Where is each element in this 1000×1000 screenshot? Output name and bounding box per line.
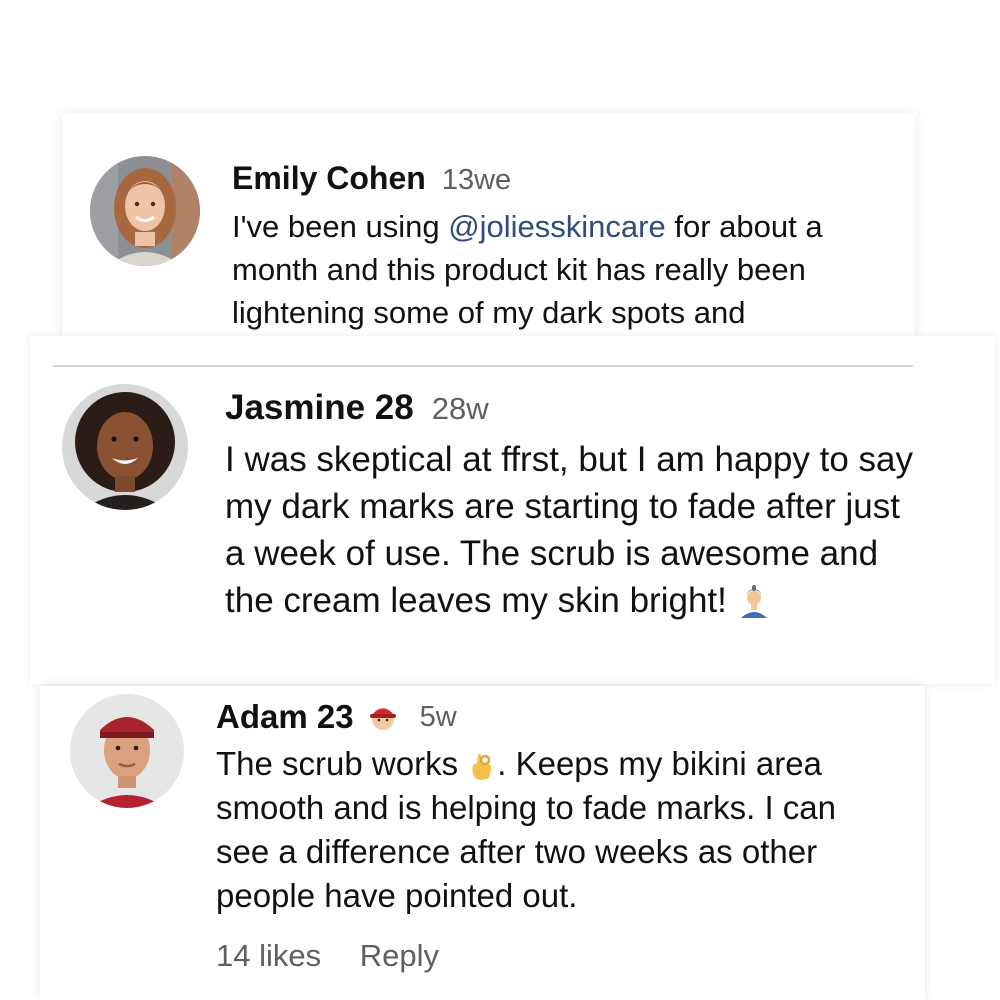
- comment-age: 28w: [431, 391, 489, 426]
- mention-link[interactable]: @joliesskincare: [448, 209, 666, 244]
- comment-text: The scrub works . Keeps my bikini area s…: [216, 742, 896, 918]
- comment-text-prefix: The scrub works: [216, 745, 468, 782]
- woman-avatar-photo-icon: [90, 156, 200, 266]
- divider: [53, 365, 913, 367]
- avatar[interactable]: [70, 694, 184, 808]
- comment-text-body: I was skeptical at ffrst, but I am happy…: [225, 440, 914, 620]
- comment-card-jasmine: Jasmine 28 28w I was skeptical at ffrst,…: [30, 336, 995, 684]
- comment-age: 5w: [419, 700, 457, 733]
- person-emoji-icon: [740, 585, 767, 618]
- likes-count[interactable]: 14 likes: [216, 938, 321, 973]
- comment-text: I was skeptical at ffrst, but I am happy…: [225, 436, 925, 624]
- comment-header: Emily Cohen 13we: [232, 160, 511, 197]
- comment-header: Adam 23 5w: [216, 698, 457, 736]
- avatar[interactable]: [62, 384, 188, 510]
- comment-header: Jasmine 28 28w: [225, 388, 489, 428]
- comment-text-prefix: I've been using: [232, 209, 449, 244]
- author-name[interactable]: Adam 23: [216, 698, 354, 736]
- ok-hand-emoji-icon: [472, 754, 492, 780]
- comment-actions: 14 likes Reply: [216, 938, 439, 974]
- comment-card-adam: Adam 23 5w The scrub works . Keeps my bi…: [40, 686, 925, 1000]
- avatar[interactable]: [90, 156, 200, 266]
- woman-avatar-photo-icon: [62, 384, 188, 510]
- comment-text: I've been using @joliesskincare for abou…: [232, 205, 882, 334]
- red-cap-emoji-icon: [369, 708, 396, 730]
- comments-screenshot: Emily Cohen 13we I've been using @jolies…: [0, 0, 1000, 1000]
- reply-button[interactable]: Reply: [360, 938, 439, 973]
- author-name[interactable]: Emily Cohen: [232, 160, 426, 197]
- comment-card-emily: Emily Cohen 13we I've been using @jolies…: [62, 114, 915, 336]
- author-name[interactable]: Jasmine 28: [225, 388, 414, 428]
- man-avatar-photo-icon: [70, 694, 184, 808]
- comment-age: 13we: [441, 164, 512, 196]
